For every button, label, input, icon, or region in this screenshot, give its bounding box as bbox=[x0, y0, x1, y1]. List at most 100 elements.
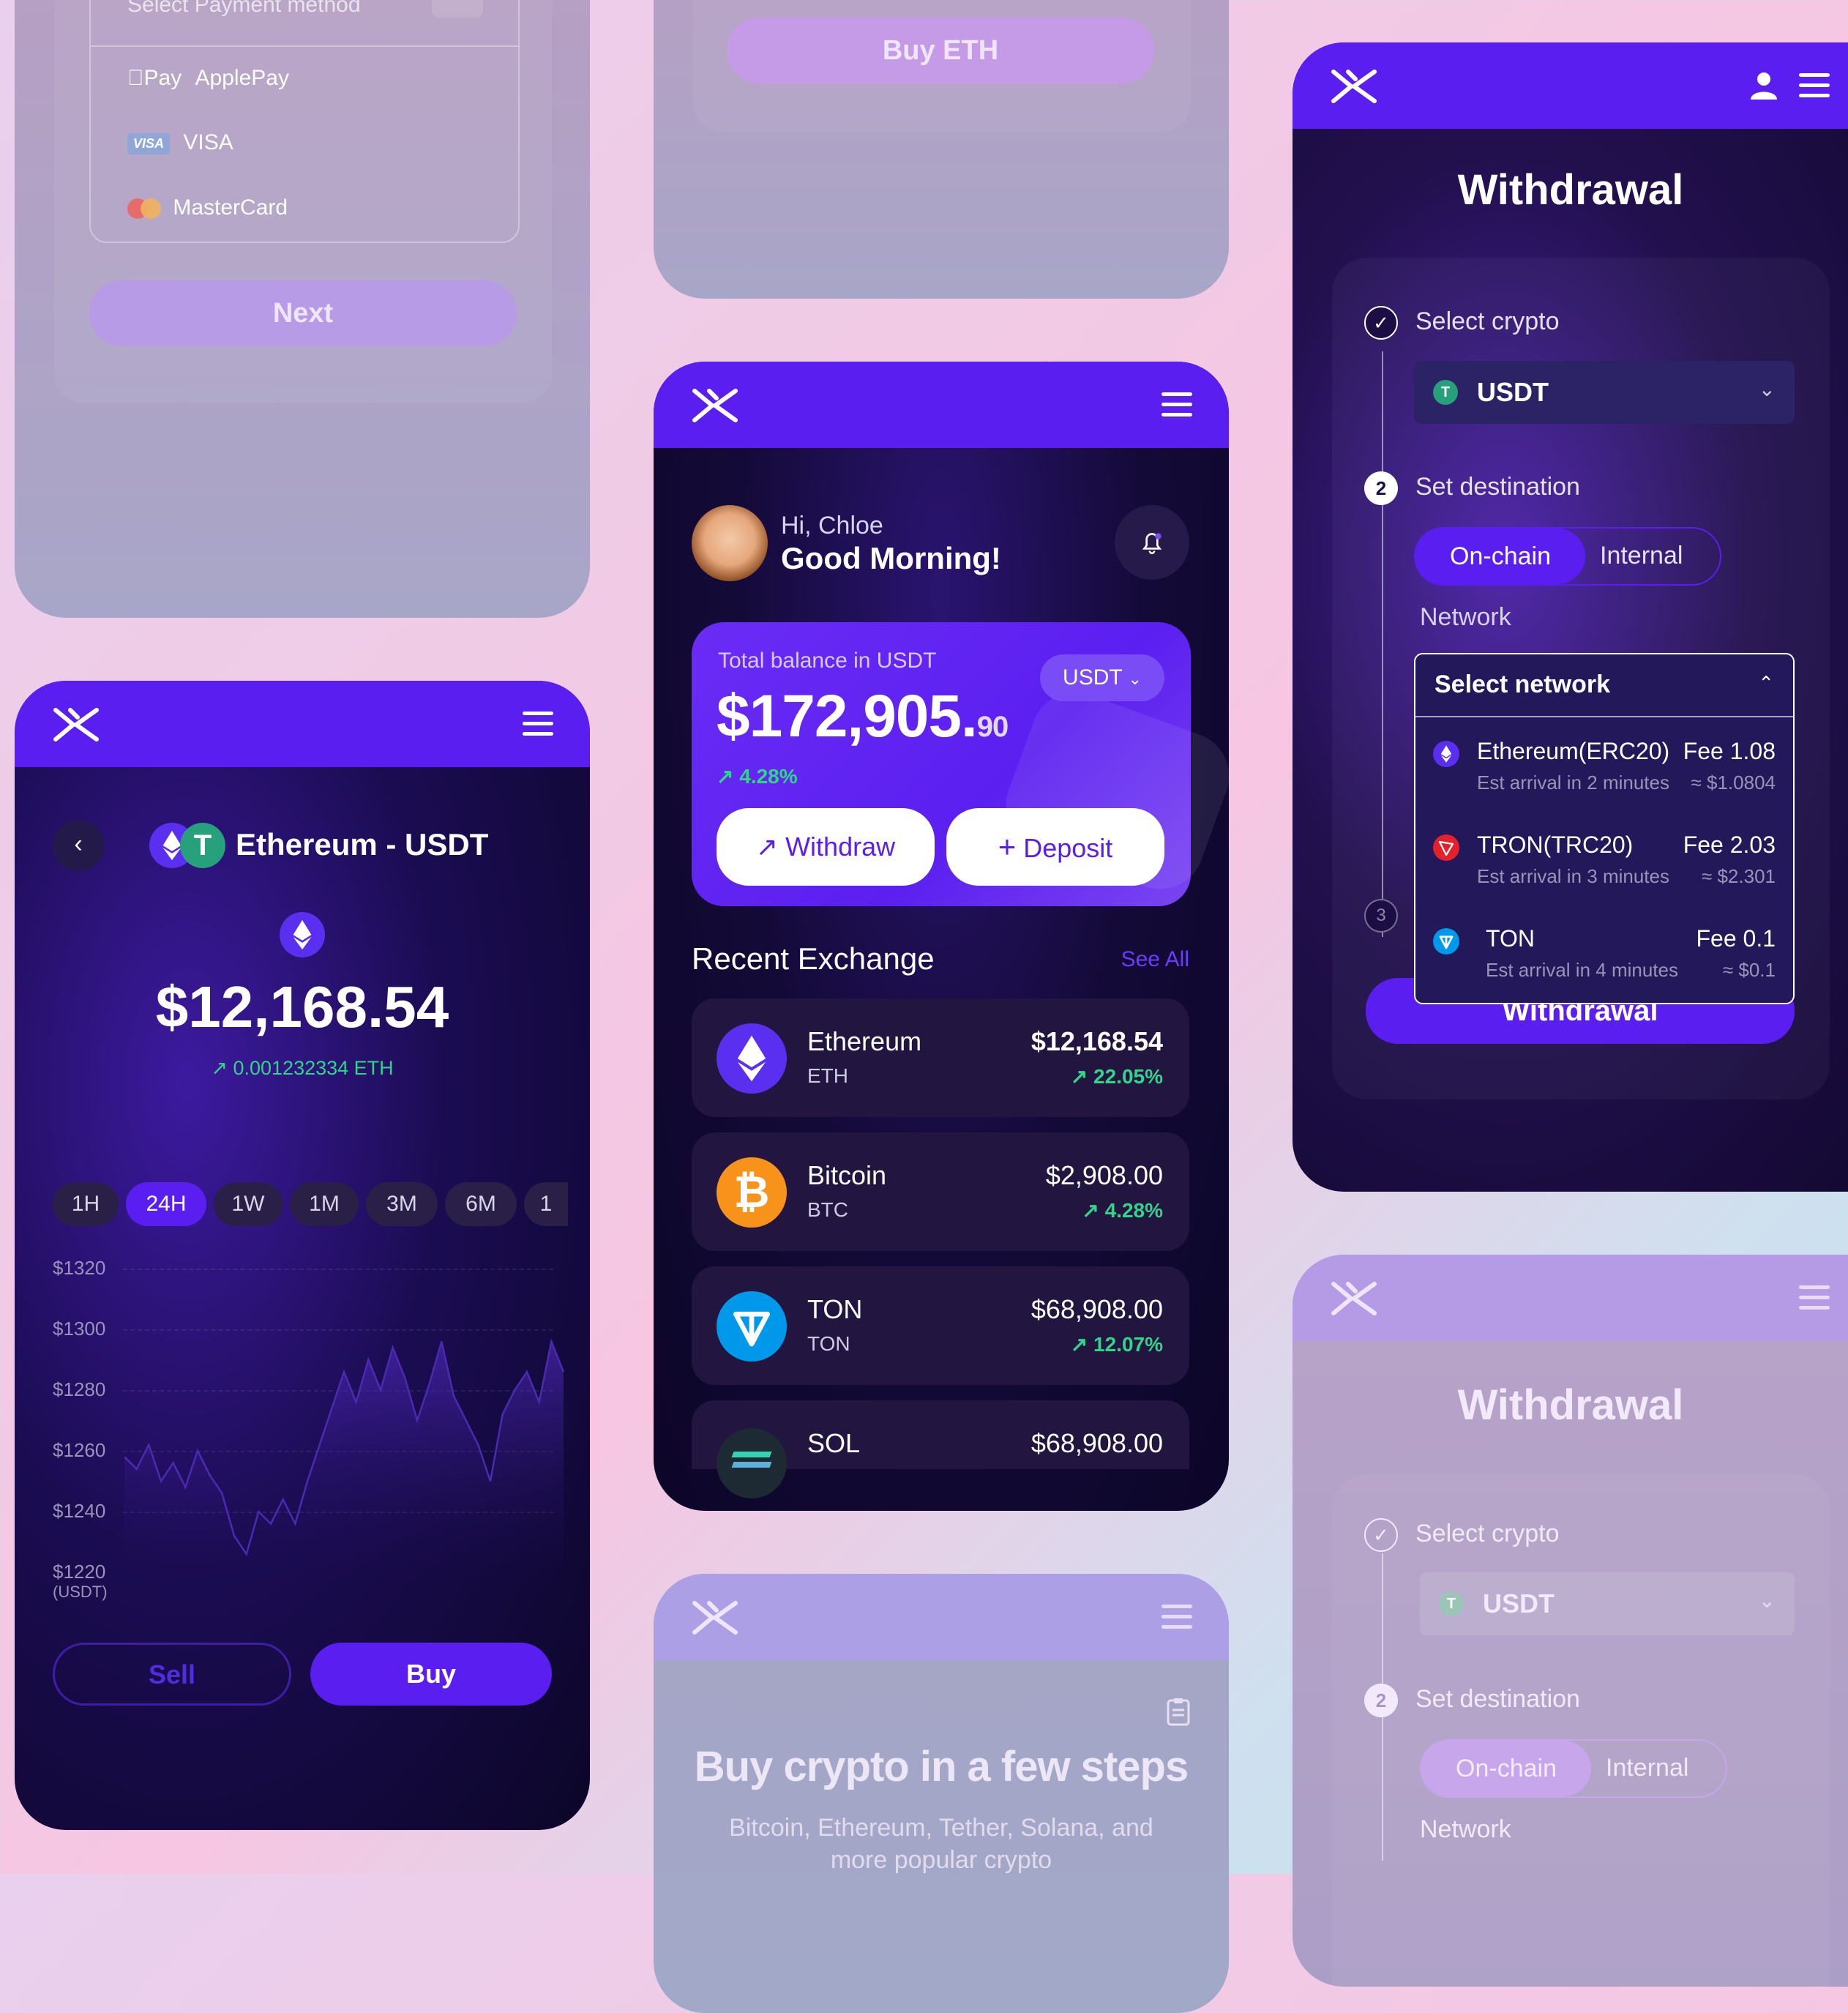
ethereum-icon bbox=[1433, 741, 1459, 767]
applepay-label: ApplePay bbox=[195, 66, 289, 90]
exchange-row-btc[interactable]: ₿ Bitcoin BTC $2,908.00 ↗ 4.28% bbox=[692, 1132, 1189, 1251]
tron-icon bbox=[1433, 834, 1459, 861]
ethereum-icon bbox=[280, 912, 325, 957]
coin-price: $68,908.00 bbox=[1031, 1294, 1163, 1325]
step2-label: Set destination bbox=[1415, 473, 1580, 501]
chevron-down-icon[interactable] bbox=[432, 0, 483, 18]
chevron-down-icon: ⌄ bbox=[1129, 670, 1142, 688]
crypto-value: USDT bbox=[1477, 377, 1549, 408]
payment-method-list: Select Payment method Pay ApplePay VISA… bbox=[89, 0, 520, 243]
withdrawal-card: Withdrawal ✓ Select crypto T USDT ⌄ 2 Se… bbox=[1293, 42, 1848, 1192]
timeframe-1w[interactable]: 1W bbox=[214, 1182, 283, 1226]
coin-symbol: BTC bbox=[807, 1198, 848, 1222]
crypto-select[interactable]: T USDT ⌄ bbox=[1414, 361, 1795, 424]
timeframe-more[interactable]: 1 bbox=[524, 1182, 568, 1226]
network-fee: Fee 2.03 bbox=[1683, 832, 1776, 859]
step1-label: Select crypto bbox=[1415, 1520, 1560, 1548]
visa-option[interactable]: VISA VISA bbox=[127, 130, 233, 155]
next-button[interactable]: Next bbox=[89, 280, 517, 346]
avatar[interactable] bbox=[692, 505, 768, 581]
currency-select[interactable]: USDT ⌄ bbox=[1040, 654, 1164, 701]
pair-card: ‹ T Ethereum - USDT $12,168.54 ↗ 0.00123… bbox=[15, 681, 590, 1830]
tab-internal[interactable]: Internal bbox=[1606, 1754, 1688, 1782]
salutation: Good Morning! bbox=[781, 541, 1001, 576]
menu-icon[interactable] bbox=[523, 712, 553, 736]
sell-button[interactable]: Sell bbox=[53, 1643, 291, 1706]
app-logo bbox=[1331, 1281, 1377, 1316]
menu-icon[interactable] bbox=[1799, 1285, 1830, 1310]
applepay-option[interactable]: Pay ApplePay bbox=[127, 66, 289, 91]
network-approx: ≈ $1.0804 bbox=[1691, 772, 1776, 794]
withdraw-button[interactable]: ↗ Withdraw bbox=[717, 808, 935, 886]
timeframe-1h[interactable]: 1H bbox=[53, 1182, 119, 1226]
step1-label: Select crypto bbox=[1415, 307, 1560, 336]
apple-pay-brand: Pay bbox=[144, 66, 182, 90]
y-tick: $1240 bbox=[53, 1500, 105, 1523]
buy-eth-button[interactable]: Buy ETH bbox=[727, 18, 1154, 83]
trend-up-icon: ↗ bbox=[1071, 1065, 1088, 1088]
payment-card: Select Payment method Pay ApplePay VISA… bbox=[15, 0, 590, 618]
notification-bell-icon[interactable] bbox=[1115, 505, 1189, 580]
tab-onchain[interactable]: On-chain bbox=[1415, 529, 1585, 584]
timeframe-3m[interactable]: 3M bbox=[366, 1182, 438, 1226]
currency-label: USDT bbox=[1063, 665, 1122, 690]
visa-logo: VISA bbox=[127, 133, 170, 154]
coin-symbol: ETH bbox=[807, 1064, 848, 1088]
user-icon[interactable] bbox=[1748, 69, 1780, 101]
tether-icon: T bbox=[180, 823, 225, 868]
buy-button[interactable]: Buy bbox=[310, 1643, 552, 1706]
coin-name: SOL bbox=[807, 1428, 860, 1459]
steps-title: Buy crypto in a few steps bbox=[654, 1742, 1229, 1791]
network-arrival: Est arrival in 4 minutes bbox=[1486, 959, 1678, 982]
step1-check-icon: ✓ bbox=[1364, 1518, 1398, 1552]
exchange-row-ton[interactable]: TON TON $68,908.00 ↗ 12.07% bbox=[692, 1266, 1189, 1385]
network-approx: ≈ $2.301 bbox=[1702, 865, 1776, 888]
ethereum-icon bbox=[717, 1023, 787, 1094]
tab-onchain[interactable]: On-chain bbox=[1421, 1741, 1591, 1796]
see-all-link[interactable]: See All bbox=[1121, 947, 1189, 972]
payment-select[interactable]: Select Payment method bbox=[127, 0, 361, 18]
app-header bbox=[1293, 1255, 1848, 1341]
coin-change: ↗ 4.28% bbox=[1082, 1198, 1163, 1222]
mastercard-option[interactable]: MasterCard bbox=[127, 195, 288, 220]
arrow-up-right-icon: ↗ bbox=[756, 832, 778, 862]
app-logo bbox=[692, 1600, 738, 1635]
menu-icon[interactable] bbox=[1161, 392, 1192, 417]
divider bbox=[1415, 716, 1793, 717]
price-chart bbox=[124, 1237, 566, 1588]
timeframe-24h[interactable]: 24H bbox=[126, 1182, 206, 1226]
network-name: Ethereum(ERC20) bbox=[1477, 738, 1669, 765]
deposit-label: Deposit bbox=[1023, 833, 1112, 863]
network-option-ton[interactable]: TON Fee 0.1 Est arrival in 4 minutes ≈ $… bbox=[1415, 912, 1793, 1000]
network-arrival: Est arrival in 2 minutes bbox=[1477, 772, 1669, 794]
deposit-button[interactable]: + Deposit bbox=[946, 808, 1164, 886]
coin-symbol: TON bbox=[807, 1332, 850, 1356]
destination-tabs: On-chain Internal bbox=[1420, 1739, 1727, 1798]
balance-card: Total balance in USDT USDT ⌄ $172,905.90… bbox=[692, 622, 1191, 906]
crypto-value: USDT bbox=[1483, 1588, 1555, 1619]
balance-cents: 90 bbox=[977, 711, 1009, 743]
menu-icon[interactable] bbox=[1799, 73, 1830, 98]
network-option-trc20[interactable]: TRON(TRC20) Fee 2.03 Est arrival in 3 mi… bbox=[1415, 818, 1793, 906]
y-tick: $1320 bbox=[53, 1257, 105, 1280]
network-option-erc20[interactable]: Ethereum(ERC20) Fee 1.08 Est arrival in … bbox=[1415, 725, 1793, 813]
menu-icon[interactable] bbox=[1161, 1605, 1192, 1629]
network-dropdown[interactable]: Select network ⌃ Ethereum(ERC20) Fee 1.0… bbox=[1414, 653, 1795, 1004]
tab-internal[interactable]: Internal bbox=[1600, 542, 1683, 570]
exchange-row-eth[interactable]: Ethereum ETH $12,168.54 ↗ 22.05% bbox=[692, 998, 1189, 1117]
exchange-row-sol[interactable]: SOL $68,908.00 bbox=[692, 1400, 1189, 1469]
plus-icon: + bbox=[998, 829, 1017, 864]
clipboard-icon[interactable] bbox=[1166, 1697, 1191, 1726]
divider bbox=[91, 45, 518, 47]
coin-change-value: 22.05% bbox=[1093, 1065, 1163, 1088]
network-name: TRON(TRC20) bbox=[1477, 832, 1633, 859]
crypto-select[interactable]: T USDT ⌄ bbox=[1420, 1572, 1795, 1635]
timeframe-6m[interactable]: 6M bbox=[445, 1182, 517, 1226]
trend-up-icon: ↗ bbox=[211, 1057, 228, 1079]
coin-price: $12,168.54 bbox=[1031, 1026, 1163, 1057]
back-button[interactable]: ‹ bbox=[53, 820, 104, 871]
app-header bbox=[654, 1574, 1229, 1660]
steps-card: Buy crypto in a few steps Bitcoin, Ether… bbox=[654, 1574, 1229, 2013]
timeframe-1m[interactable]: 1M bbox=[290, 1182, 359, 1226]
recent-exchange-title: Recent Exchange bbox=[692, 941, 935, 976]
